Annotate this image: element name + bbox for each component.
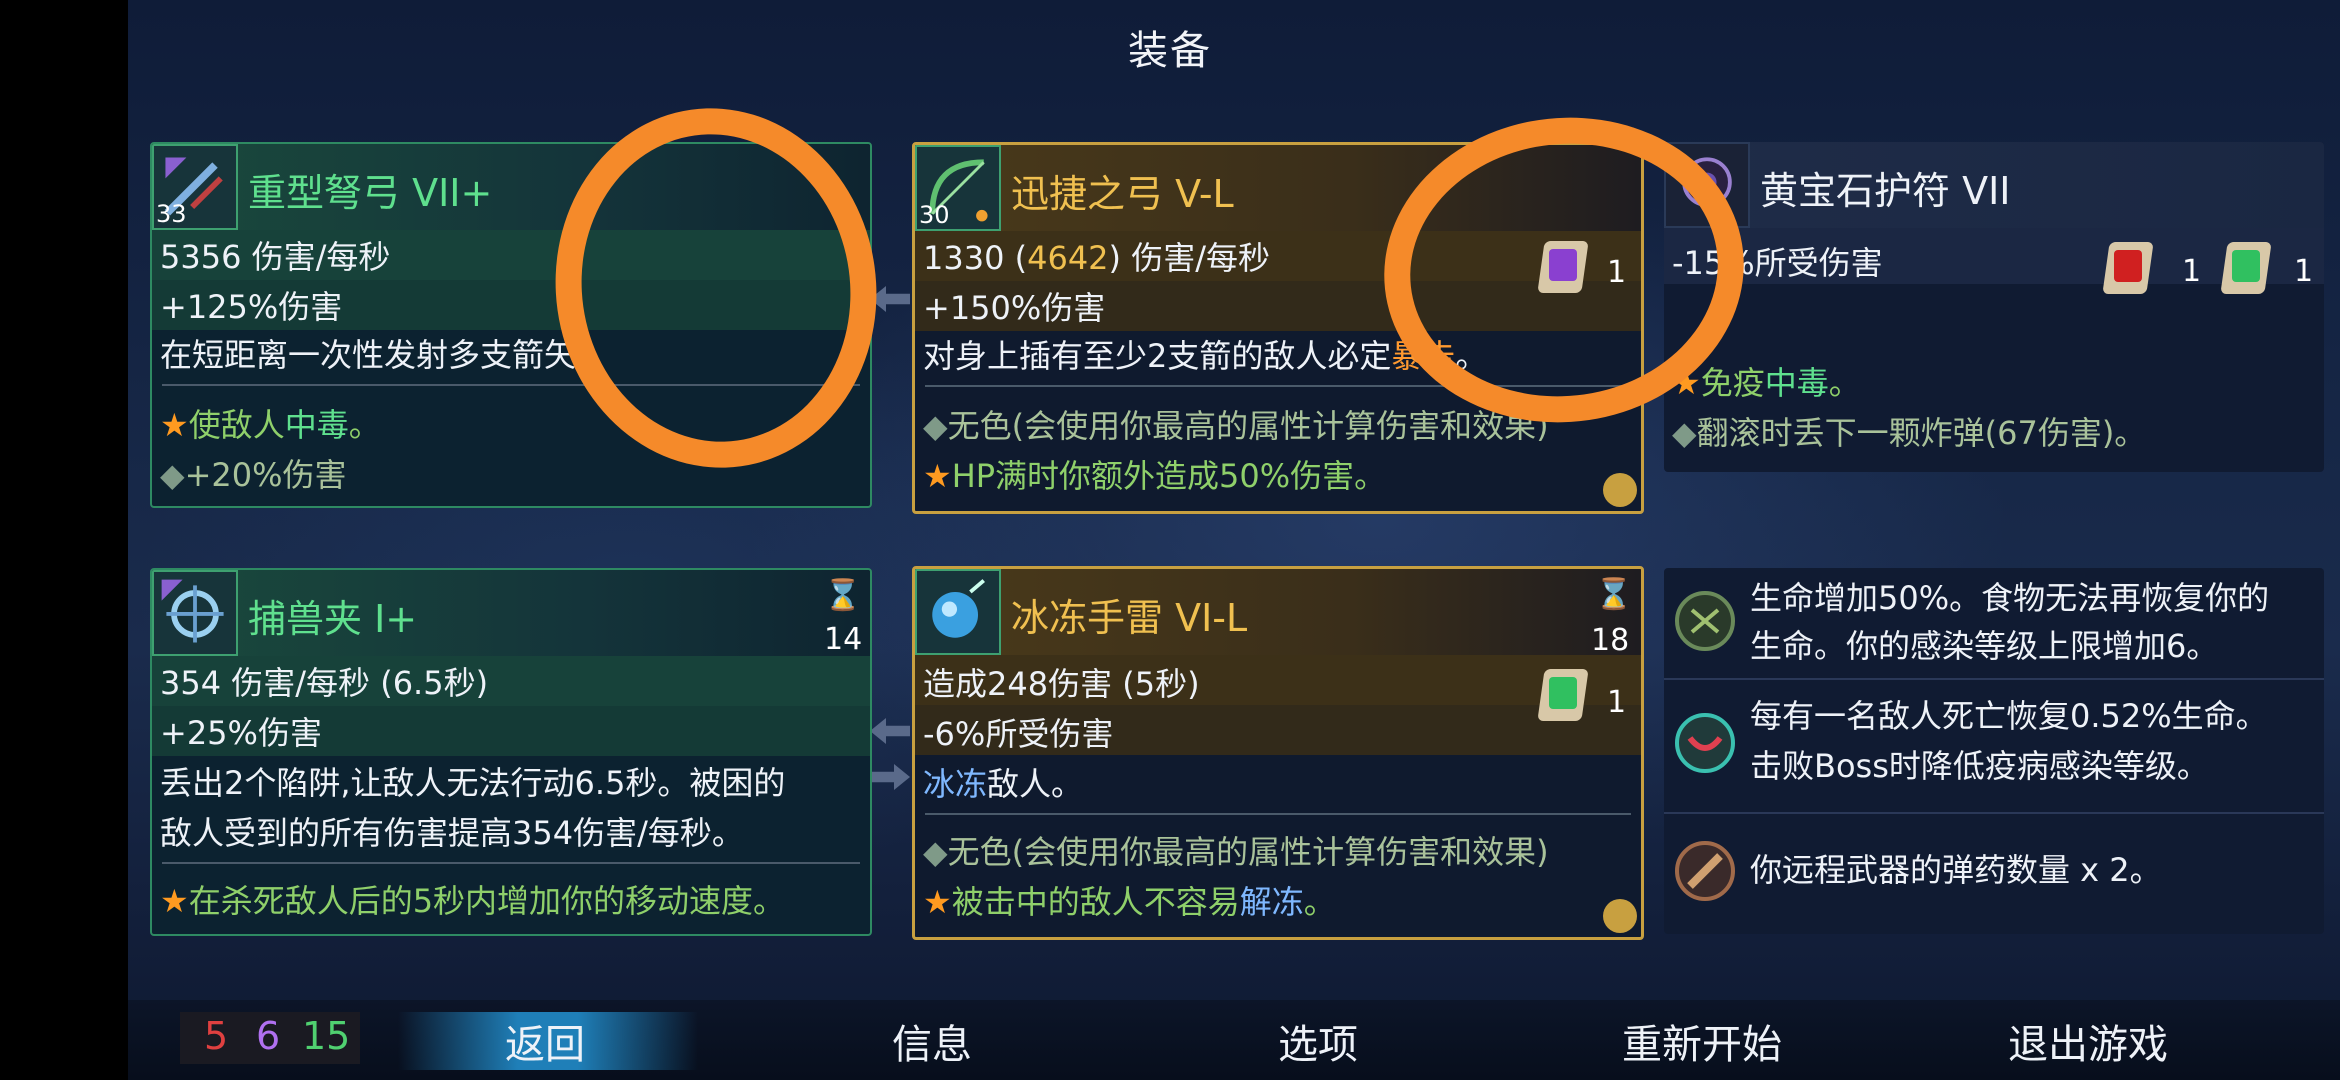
bonus-stat: +25%伤害: [160, 714, 322, 752]
item-description: 对身上插有至少2支箭的敌人必定: [923, 337, 1392, 375]
mutation-text: 每有一名敌人死亡恢复0.52%生命。: [1750, 697, 2268, 735]
damage-line: 造成248伤害 (5秒): [923, 665, 1200, 703]
amulet-card[interactable]: 黄宝石护符 VII -15%所受伤害 1 1 ★免疫中毒。 ◆翻滚时丢下一颗炸弹…: [1664, 142, 2324, 472]
diamond-icon: ◆: [1672, 414, 1697, 452]
hourglass-icon: ⌛: [1595, 577, 1633, 612]
diamond-icon: ◆: [160, 456, 185, 494]
corner-ornament: [1603, 899, 1637, 933]
mutation-disgusting-icon: [1675, 591, 1735, 651]
restart-button[interactable]: 重新开始: [1622, 1012, 1782, 1070]
mutation-text: 生命。你的感染等级上限增加6。: [1750, 627, 2219, 665]
item-name: 黄宝石护符 VII: [1760, 169, 2011, 213]
hourglass-icon: ⌛: [824, 578, 862, 613]
paren: ): [1108, 239, 1122, 277]
item-name: 迅捷之弓 V-L: [1011, 172, 1234, 216]
dps-value: 1330: [923, 239, 1005, 277]
diamond-icon: ◆: [923, 407, 948, 445]
mutation-text: 你远程武器的弹药数量 x 2。: [1750, 851, 2162, 889]
scroll-count: 1: [1607, 685, 1627, 720]
item-name: 冰冻手雷 VI-L: [1011, 596, 1248, 640]
mutation-vampire-icon: [1675, 713, 1735, 773]
star-icon: ★: [923, 457, 952, 495]
perk-highlight: 解冻: [1239, 883, 1304, 921]
scroll-count: 1: [2294, 254, 2314, 289]
desc-highlight: 冰冻: [923, 765, 988, 803]
star-icon: ★: [160, 406, 189, 444]
perk-text: 使敌人: [188, 406, 285, 444]
dps-unit: 伤害/每秒: [1131, 239, 1270, 277]
mutation-row[interactable]: 生命增加50%。食物无法再恢复你的 生命。你的感染等级上限增加6。: [1664, 568, 2324, 678]
tactics-count: 6: [256, 1014, 281, 1058]
survival-count: 15: [302, 1014, 351, 1058]
perk-text-end: 。: [1303, 883, 1336, 921]
scroll-count: 1: [2182, 254, 2202, 289]
skill-card-grenade[interactable]: 冰冻手雷 VI-L ⌛ 18 造成248伤害 (5秒) -6%所受伤害 冰冻敌人…: [912, 566, 1644, 940]
item-level: 30: [919, 201, 950, 229]
mutation-text: 击败Boss时降低疫病感染等级。: [1750, 747, 2209, 785]
perk-highlight: 中毒: [284, 406, 349, 444]
ice-grenade-icon: [915, 569, 1001, 655]
cooldown-value: 14: [824, 622, 863, 657]
mutation-row[interactable]: 每有一名敌人死亡恢复0.52%生命。 击败Boss时降低疫病感染等级。: [1664, 680, 2324, 810]
perk-text-end: 。: [348, 406, 381, 444]
perk-text: 免疫: [1700, 364, 1765, 402]
options-button[interactable]: 选项: [1278, 1012, 1358, 1070]
item-description-2: 敌人受到的所有伤害提高354伤害/每秒。: [160, 814, 744, 852]
left-black-bar: [0, 0, 128, 1080]
wolf-trap-icon: [152, 570, 238, 656]
star-icon: ★: [160, 882, 189, 920]
crossbow-icon: 33: [152, 144, 238, 230]
perk-text: 无色(会使用你最高的属性计算伤害和效果): [947, 833, 1549, 871]
dps-line: 354 伤害/每秒 (6.5秒): [160, 664, 489, 702]
perk-text: 在杀死敌人后的5秒内增加你的移动速度。: [188, 882, 786, 920]
mutation-text: 生命增加50%。食物无法再恢复你的: [1750, 579, 2270, 617]
perk-text: +20%伤害: [184, 456, 347, 494]
mutation-row[interactable]: 你远程武器的弹药数量 x 2。: [1664, 814, 2324, 914]
quit-game-button[interactable]: 退出游戏: [2008, 1012, 2168, 1070]
dps-crit-value: 4642: [1027, 239, 1109, 277]
perk-text: 无色(会使用你最高的属性计算伤害和效果): [947, 407, 1549, 445]
dps-value: 5356: [160, 238, 242, 276]
bonus-stat: +125%伤害: [160, 288, 343, 326]
mutations-panel: 生命增加50%。食物无法再恢复你的 生命。你的感染等级上限增加6。 每有一名敌人…: [1664, 568, 2324, 934]
scroll-icon-green: [2218, 238, 2274, 298]
perk-text: 翻滚时丢下一颗炸弹(67伤害)。: [1696, 414, 2147, 452]
dps-unit: 伤害/每秒: [251, 238, 391, 276]
skill-card-trap[interactable]: 捕兽夹 I+ ⌛ 14 354 伤害/每秒 (6.5秒) +25%伤害 丢出2个…: [150, 568, 872, 936]
back-button[interactable]: 返回: [505, 1012, 585, 1070]
diamond-icon: ◆: [923, 833, 948, 871]
item-name: 重型弩弓 VII+: [248, 171, 493, 215]
star-icon: ★: [923, 883, 952, 921]
item-description: 敌人。: [987, 765, 1084, 803]
item-description: 丢出2个陷阱,让敌人无法行动6.5秒。被困的: [160, 764, 786, 802]
corner-ornament: [1603, 473, 1637, 507]
brutality-count: 5: [204, 1014, 229, 1058]
perk-text: HP满时你额外造成50%伤害。: [951, 457, 1387, 495]
divider: [162, 862, 860, 864]
bonus-stat: +150%伤害: [923, 289, 1106, 327]
bow-icon: 30: [915, 145, 1001, 231]
bonus-stat: -6%所受伤害: [923, 715, 1114, 753]
scroll-icon-green: [1535, 665, 1591, 725]
paren: (: [1014, 239, 1028, 277]
scroll-icon-red: [2100, 238, 2156, 298]
perk-text: 被击中的敌人不容易: [951, 883, 1240, 921]
item-level: 33: [156, 200, 187, 228]
item-description: 在短距离一次性发射多支箭矢。: [160, 336, 609, 374]
perk-highlight: 中毒: [1764, 364, 1829, 402]
info-button[interactable]: 信息: [892, 1012, 972, 1070]
mutation-ammo-icon: [1675, 841, 1735, 901]
item-name: 捕兽夹 I+: [248, 597, 418, 641]
perk-text-end: 。: [1828, 364, 1861, 402]
cooldown-value: 18: [1591, 623, 1630, 658]
divider: [925, 813, 1631, 815]
page-title: 装备: [1128, 28, 1212, 74]
